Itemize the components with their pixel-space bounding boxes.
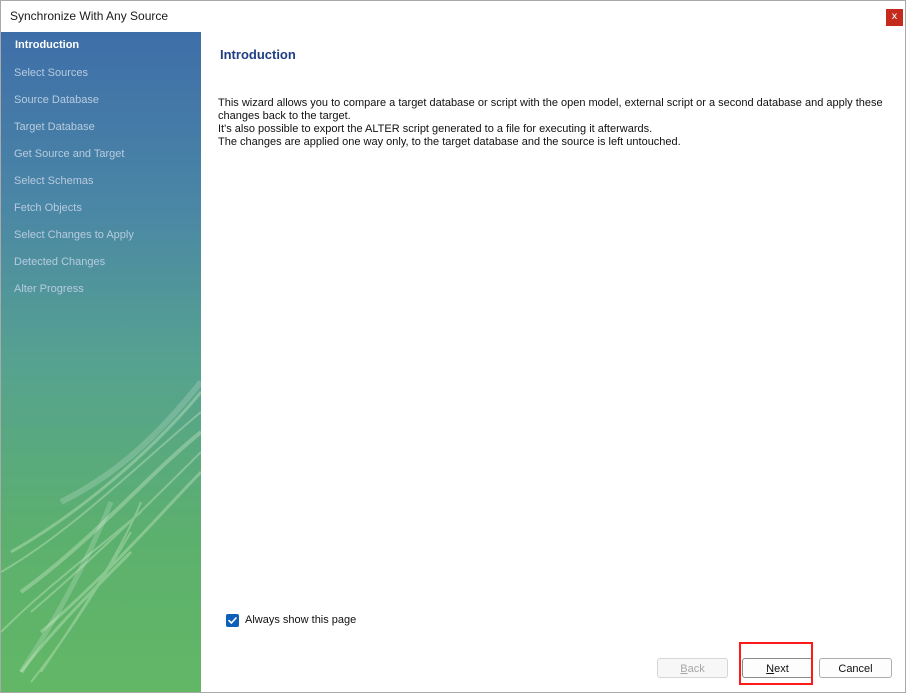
step-select-sources: Select Sources	[14, 67, 88, 79]
always-show-label: Always show this page	[245, 614, 357, 626]
step-fetch-objects: Fetch Objects	[14, 202, 82, 214]
back-button[interactable]: Back	[657, 658, 728, 678]
check-icon	[228, 617, 237, 624]
wizard-content: Introduction This wizard allows you to c…	[202, 32, 905, 692]
back-mnemonic: B	[680, 663, 688, 675]
step-alter-progress: Alter Progress	[14, 283, 84, 295]
step-introduction: Introduction	[15, 39, 80, 51]
description-line: changes back to the target.	[218, 110, 351, 122]
close-icon: x	[891, 11, 898, 22]
page-title: Introduction	[220, 47, 296, 62]
step-source-database: Source Database	[14, 94, 99, 106]
title-bar: Synchronize With Any Source x	[1, 1, 905, 32]
cancel-button[interactable]: Cancel	[819, 658, 892, 678]
cancel-label: Cancel	[838, 663, 873, 675]
step-target-database: Target Database	[14, 121, 95, 133]
close-button[interactable]: x	[886, 9, 903, 26]
step-get-source-and-target: Get Source and Target	[14, 148, 125, 160]
step-select-changes: Select Changes to Apply	[14, 229, 134, 241]
description-line: The changes are applied one way only, to…	[218, 136, 681, 148]
always-show-checkbox[interactable]	[226, 614, 239, 627]
back-label: ack	[687, 663, 705, 675]
wizard-window: Synchronize With Any Source x Introducti…	[0, 0, 906, 693]
description-line: It's also possible to export the ALTER s…	[218, 123, 653, 135]
step-select-schemas: Select Schemas	[14, 175, 94, 187]
description-line: This wizard allows you to compare a targ…	[218, 97, 883, 109]
window-title: Synchronize With Any Source	[10, 9, 169, 23]
next-button-highlight	[739, 642, 813, 685]
step-detected-changes: Detected Changes	[14, 256, 106, 268]
wizard-step-sidebar: Introduction Select Sources Source Datab…	[1, 32, 201, 692]
